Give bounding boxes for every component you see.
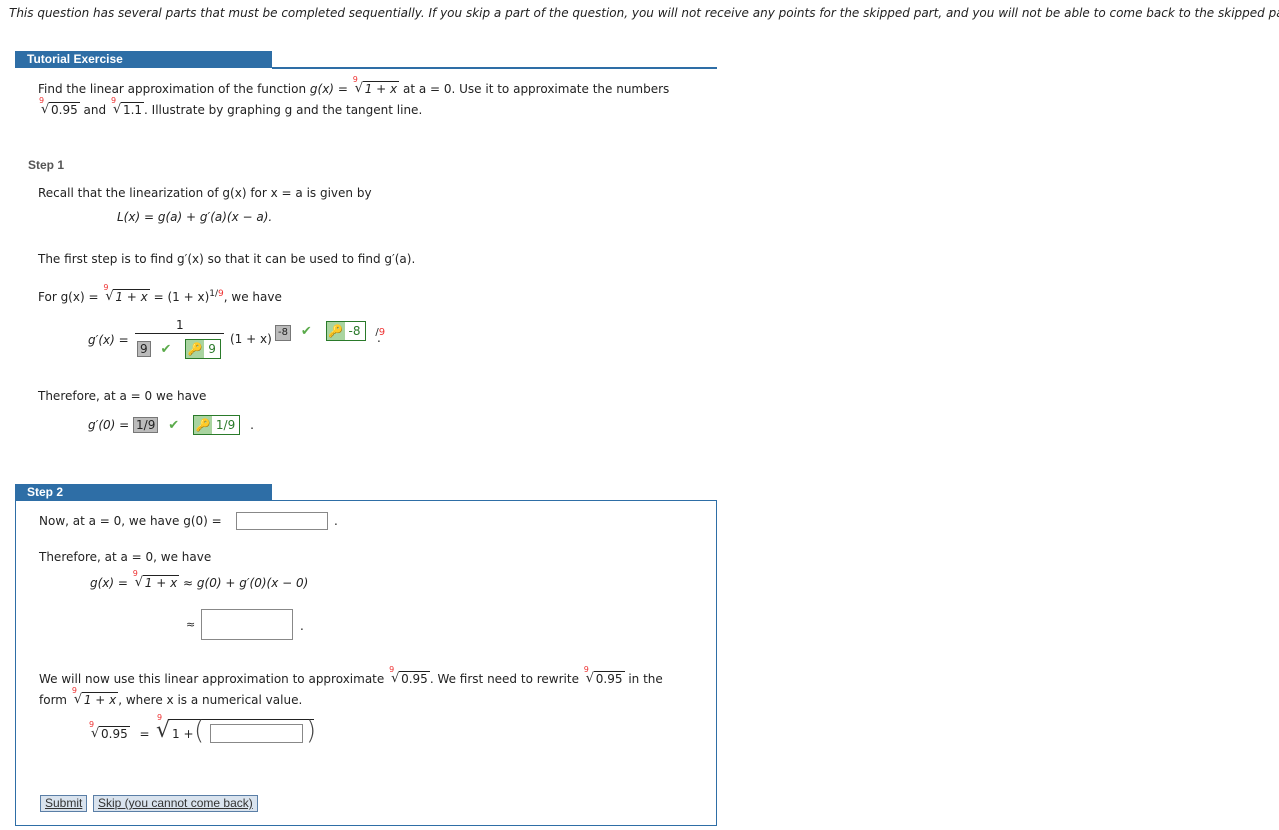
sequential-notice: This question has several parts that mus… [9, 6, 1279, 20]
exponent-answer: -8 [275, 325, 291, 341]
key-icon: 🔑 [186, 340, 205, 358]
first-step-text: The first step is to find g′(x) so that … [38, 252, 416, 266]
fraction-numerator: 1 [176, 318, 184, 332]
g0-input[interactable] [236, 512, 328, 530]
linearization-formula: L(x) = g(a) + g′(a)(x − a). [117, 210, 273, 224]
problem-statement-line1: Find the linear approximation of the fun… [38, 75, 670, 96]
key-icon: 🔑 [326, 322, 345, 340]
approx-formula: g(x) = 9 √ 1 + x ≈ g(0) + g′(0)(x − 0) [90, 569, 309, 590]
correct-answer-exponent: 🔑 -8 [325, 321, 366, 341]
check-icon: ✔ [300, 324, 312, 339]
key-icon: 🔑 [193, 416, 212, 434]
form-text: form 9 √ 1 + x, where x is a numerical val… [39, 686, 303, 707]
linear-approximation-input[interactable] [201, 609, 293, 640]
step2-panel [15, 500, 717, 826]
header-divider [272, 67, 717, 69]
ninth-root-1.1: 9 √ 1.1 [110, 96, 145, 117]
problem-statement-line2: 9 √ 0.95 and 9 √ 1.1. Illustrate by graphing… [39, 96, 423, 117]
skip-button[interactable]: Skip (you cannot come back) [93, 795, 258, 812]
gprime0-answer: 1/9 [133, 417, 159, 433]
gprime0-row: g′(0) = 1/9 ✔ 🔑 1/9 . [88, 415, 254, 435]
fraction-bar [135, 333, 224, 334]
denominator-row: 9 ✔ 🔑 9 [137, 339, 221, 359]
step2-therefore: Therefore, at a = 0, we have [39, 550, 212, 564]
step2-header: Step 2 [15, 484, 272, 501]
exponent-row: -8 ✔ 🔑 -8 /9 [275, 321, 385, 341]
therefore-text: Therefore, at a = 0 we have [38, 389, 207, 403]
check-icon: ✔ [168, 418, 180, 433]
ninth-root-0.95: 9 √ 0.95 [39, 96, 80, 117]
ninth-root-1-plus-x: 9 √ 1 + x [352, 75, 400, 96]
for-g-line: For g(x) = 9 √ 1 + x = (1 + x)1/9, we have [38, 283, 282, 304]
denominator-answer: 9 [137, 341, 151, 357]
x-value-input[interactable] [210, 724, 303, 743]
base-expression: (1 + x) [230, 332, 272, 346]
step1-label: Step 1 [28, 158, 65, 172]
correct-answer-gprime0: 🔑 1/9 [192, 415, 241, 435]
rewrite-equation: 9 √ 0.95 = [89, 720, 150, 741]
rewrite-text: We will now use this linear approximatio… [39, 665, 663, 686]
check-icon: ✔ [160, 342, 172, 357]
g0-line: Now, at a = 0, we have g(0) = [39, 514, 222, 528]
gprime-label: g′(x) = [88, 333, 129, 347]
tutorial-exercise-header: Tutorial Exercise [15, 51, 272, 68]
correct-answer-denominator: 🔑 9 [185, 339, 221, 359]
recall-text: Recall that the linearization of g(x) fo… [38, 186, 372, 200]
submit-button[interactable]: Submit [40, 795, 88, 812]
